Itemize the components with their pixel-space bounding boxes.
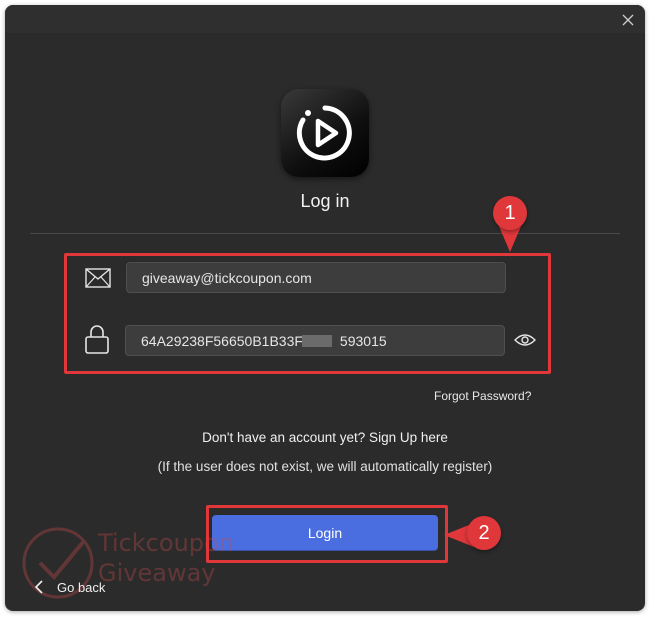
annotation-badge-1: 1: [493, 196, 527, 230]
app-logo: [281, 89, 369, 177]
annotation-badge-2: 2: [467, 516, 501, 550]
annotation-box-fields: [64, 253, 551, 374]
forgot-password-link[interactable]: Forgot Password?: [434, 389, 531, 403]
title-bar: [5, 5, 645, 33]
page-title: Log in: [300, 191, 350, 211]
go-back-button[interactable]: Go back: [35, 575, 105, 599]
app-logo-play-icon: [296, 105, 352, 161]
annotation-box-login: [206, 505, 448, 563]
sign-up-link[interactable]: Don't have an account yet? Sign Up here: [5, 430, 645, 445]
divider: [30, 233, 620, 234]
auto-register-note: (If the user does not exist, we will aut…: [157, 459, 493, 474]
go-back-label: Go back: [57, 579, 106, 595]
close-icon: [622, 14, 634, 26]
chevron-left-icon: [35, 580, 43, 594]
close-button[interactable]: [617, 9, 639, 31]
watermark-line-2: Giveaway: [98, 559, 216, 587]
